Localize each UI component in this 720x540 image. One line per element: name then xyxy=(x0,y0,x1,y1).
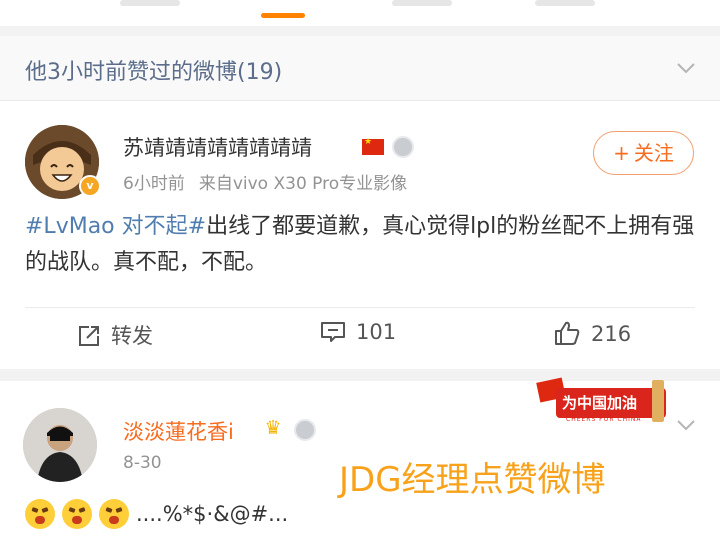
chevron-down-icon[interactable] xyxy=(676,415,696,435)
repost-label: 转发 xyxy=(111,324,153,348)
active-tab-indicator xyxy=(261,13,305,18)
top-nav-bar xyxy=(0,0,720,26)
like-count: 216 xyxy=(591,322,632,346)
liked-posts-header[interactable]: 他3小时前赞过的微博(19) xyxy=(0,36,720,101)
post-timestamp: 8-30 xyxy=(123,453,162,473)
post-card[interactable]: 淡淡蓮花香i ♛ 8-30 为中国加油 CHEERS FOR CHINA JDG… xyxy=(0,377,720,540)
angry-face-icon xyxy=(25,499,55,529)
share-icon xyxy=(79,326,99,346)
overlay-caption: JDG经理点赞微博 xyxy=(339,460,606,500)
comment-count: 101 xyxy=(356,320,397,344)
plus-icon: + xyxy=(613,141,630,165)
follow-label: 关注 xyxy=(633,141,674,165)
hashtag-link[interactable]: #LvMao 对不起# xyxy=(25,214,206,239)
tower-icon xyxy=(652,380,664,422)
section-title: 他3小时前赞过的微博(19) xyxy=(25,60,283,85)
faded-tab xyxy=(392,0,452,6)
crown-icon: ♛ xyxy=(264,417,282,439)
post-text: ....%*$·&@#... xyxy=(136,502,289,526)
faded-tab xyxy=(120,0,180,6)
post-card[interactable]: v 苏靖靖靖靖靖靖靖靖 6小时前来自vivo X30 Pro专业影像 +关注 #… xyxy=(0,101,720,369)
avatar[interactable] xyxy=(23,408,97,482)
photo-avatar-icon xyxy=(23,408,97,482)
chevron-down-icon[interactable] xyxy=(676,58,696,78)
faded-tab xyxy=(535,0,595,6)
verified-badge-icon: v xyxy=(79,175,101,197)
follow-button[interactable]: + 关注 xyxy=(593,131,694,175)
medal-icon[interactable] xyxy=(392,136,414,158)
post-meta: 6小时前 来自vivo X30 Pro专业影像 xyxy=(123,169,407,194)
cheers-for-china-banner: 为中国加油 CHEERS FOR CHINA xyxy=(536,377,666,432)
comment-button[interactable]: 101 xyxy=(320,320,396,350)
comment-icon xyxy=(321,322,345,342)
like-button[interactable]: 216 xyxy=(553,320,631,350)
post-body: #LvMao 对不起#出线了都要道歉，真心觉得lpl的粉丝配不上拥有强的战队。真… xyxy=(25,209,695,281)
thumbs-up-icon xyxy=(555,321,580,345)
post-body: ....%*$·&@#... xyxy=(25,499,288,533)
username[interactable]: 淡淡蓮花香i xyxy=(123,416,234,446)
post-timestamp: 6小时前 xyxy=(123,174,185,194)
angry-face-icon xyxy=(99,499,129,529)
china-flag-icon xyxy=(362,137,384,155)
angry-face-icon xyxy=(62,499,92,529)
banner-text: 为中国加油 xyxy=(562,394,638,412)
medal-icon[interactable] xyxy=(294,419,316,441)
username[interactable]: 苏靖靖靖靖靖靖靖靖 xyxy=(123,132,312,162)
repost-button[interactable]: 转发 xyxy=(77,320,153,350)
post-source: 来自vivo X30 Pro专业影像 xyxy=(198,174,408,194)
banner-subtext: CHEERS FOR CHINA xyxy=(566,416,642,423)
divider xyxy=(25,307,695,308)
